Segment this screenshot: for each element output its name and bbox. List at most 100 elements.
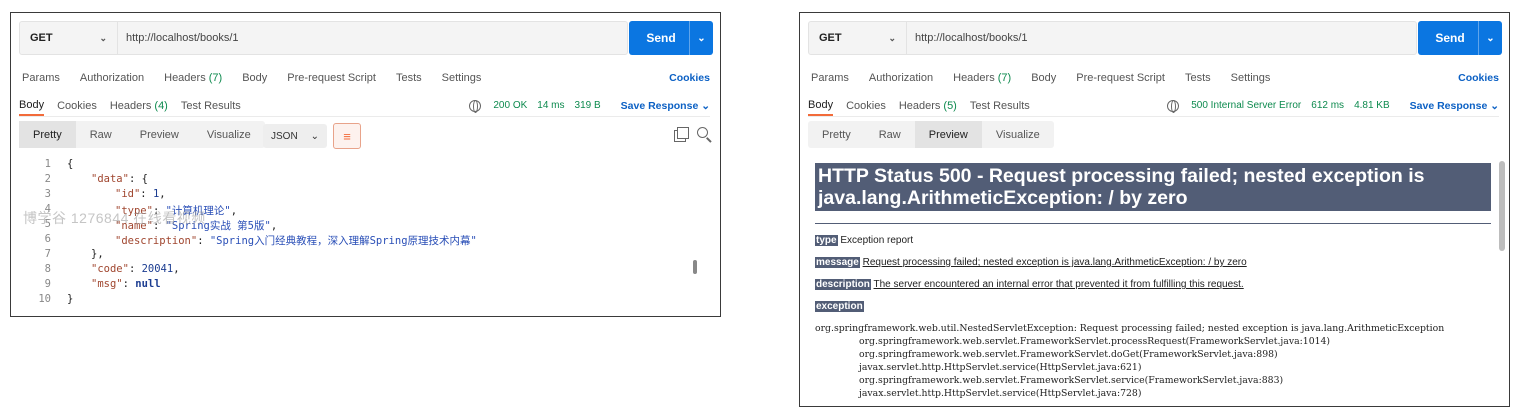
json-key: "id" [115,188,141,200]
save-response-button[interactable]: Save Response ⌄ [611,100,710,112]
code-line: { [67,158,73,170]
tab-response-cookies[interactable]: Cookies [57,95,97,116]
tab-label: Pre-request Script [1076,72,1165,84]
save-response-button[interactable]: Save Response ⌄ [1400,100,1499,112]
chevron-down-icon[interactable]: ⌄ [689,21,713,55]
request-url-bar: GET ⌄ http://localhost/books/1 [19,21,628,55]
tab-headers[interactable]: Headers (7) [164,72,222,84]
tab-authorization[interactable]: Authorization [869,72,933,84]
exception-label: exception [815,301,864,312]
format-select[interactable]: JSON ⌄ [263,124,327,148]
tab-label: Params [811,72,849,84]
code-line: "code": 20041, [91,263,180,275]
tab-response-body[interactable]: Body [19,95,45,116]
chevron-down-icon[interactable]: ⌄ [1478,21,1502,55]
send-label: Send [646,31,676,45]
json-key: "description" [115,235,198,247]
tab-label: Headers [898,99,941,112]
tab-response-headers[interactable]: Headers (4) [110,95,168,116]
json-key: "data" [91,173,129,185]
response-stats: 500 Internal Server Error 612 ms 4.81 KB… [1157,99,1499,113]
tab-body[interactable]: Body [242,72,267,84]
url-input[interactable]: http://localhost/books/1 [907,32,1028,44]
url-input[interactable]: http://localhost/books/1 [118,32,239,44]
send-button[interactable]: Send ⌄ [1418,21,1502,55]
json-punct: : { [128,173,148,185]
scrollbar-thumb[interactable] [1499,161,1505,251]
tab-settings[interactable]: Settings [442,72,482,84]
view-preview[interactable]: Preview [126,121,193,148]
tab-pre-request-script[interactable]: Pre-request Script [1076,72,1165,84]
code-line: "description": "Spring入门经典教程，深入理解Spring原… [115,235,477,247]
tab-settings[interactable]: Settings [1231,72,1271,84]
save-response-label: Save Response [1409,99,1488,112]
request-tabs: Params Authorization Headers (7) Body Pr… [22,68,710,88]
line-number: 3 [44,188,51,200]
tab-response-headers[interactable]: Headers (5) [899,95,957,116]
view-mode-bar: Pretty Raw Preview Visualize [808,121,1054,148]
wrap-lines-icon[interactable]: ≡ [333,123,361,149]
tab-label: Settings [441,72,482,84]
tab-authorization[interactable]: Authorization [80,72,144,84]
description-row: description The server encountered an in… [815,278,1491,292]
copy-icon[interactable] [677,127,689,139]
tab-pre-request-script[interactable]: Pre-request Script [287,72,376,84]
stack-line: org.springframework.web.servlet.Framewor… [859,349,1278,360]
type-text: Exception report [840,235,914,246]
tab-count: (7) [208,72,223,84]
stack-trace: org.springframework.web.util.NestedServl… [815,322,1491,400]
error-heading: HTTP Status 500 - Request processing fai… [815,163,1491,211]
tab-label: Test Results [969,99,1030,112]
send-button[interactable]: Send ⌄ [629,21,713,55]
tab-label: Body [808,98,834,111]
tab-response-cookies[interactable]: Cookies [846,95,886,116]
tab-tests[interactable]: Tests [396,72,422,84]
status-code: 500 Internal Server Error [1191,100,1302,111]
line-number: 6 [44,233,51,245]
save-response-label: Save Response [620,99,699,112]
search-icon[interactable] [697,127,708,138]
method-select[interactable]: GET ⌄ [20,22,118,54]
method-select[interactable]: GET ⌄ [809,22,907,54]
json-response-body[interactable]: 1 2 3 4 5 6 7 8 9 10 { "data": { "id": 1… [11,158,710,316]
tab-response-body[interactable]: Body [808,95,834,116]
tab-test-results[interactable]: Test Results [970,95,1030,116]
response-time: 612 ms [1311,100,1345,111]
scrollbar-thumb[interactable] [693,260,697,274]
view-pretty[interactable]: Pretty [808,121,865,148]
json-value: null [135,278,161,290]
stack-line: org.springframework.web.util.NestedServl… [815,323,1445,334]
tab-label: Cookies [846,99,886,112]
tab-label: Test Results [180,99,241,112]
tab-params[interactable]: Params [811,72,849,84]
view-preview[interactable]: Preview [914,121,982,148]
tab-headers[interactable]: Headers (7) [953,72,1011,84]
message-text: Request processing failed; nested except… [862,257,1247,268]
html-preview[interactable]: HTTP Status 500 - Request processing fai… [815,163,1491,406]
cookies-link[interactable]: Cookies [1458,72,1499,84]
json-key: "code" [91,263,129,275]
globe-icon[interactable] [469,99,482,113]
chevron-down-icon: ⌄ [99,32,107,43]
tab-test-results[interactable]: Test Results [181,95,241,116]
tab-label: Tests [395,72,422,84]
view-visualize[interactable]: Visualize [982,121,1054,148]
cookies-link[interactable]: Cookies [669,72,710,84]
json-key: "msg" [91,278,123,290]
view-raw[interactable]: Raw [76,121,126,148]
view-mode-bar: Pretty Raw Preview Visualize [19,121,265,148]
view-pretty[interactable]: Pretty [19,121,76,148]
tab-label: Authorization [868,72,934,84]
tab-label: Headers [953,72,995,84]
view-raw[interactable]: Raw [865,121,915,148]
type-row: type Exception report [815,234,1491,248]
tab-body[interactable]: Body [1031,72,1056,84]
message-label: message [815,257,860,268]
tab-count: (5) [943,99,957,112]
view-visualize[interactable]: Visualize [193,121,265,148]
globe-icon[interactable] [1167,99,1180,113]
code-line: } [67,293,73,305]
tab-tests[interactable]: Tests [1185,72,1211,84]
tab-params[interactable]: Params [22,72,60,84]
tab-label: Pre-request Script [287,72,376,84]
